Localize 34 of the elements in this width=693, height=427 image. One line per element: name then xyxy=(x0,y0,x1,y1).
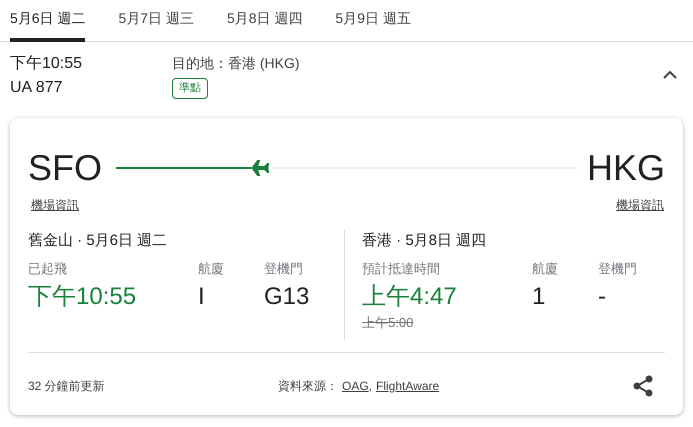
updated-time: 32 分鐘前更新 xyxy=(28,378,106,394)
source-link[interactable]: FlightAware xyxy=(376,376,440,394)
section-heading: 舊金山 · 5月6日 週二 xyxy=(28,231,168,251)
status-badge: 準點 xyxy=(172,78,208,98)
terminal-value: 1 xyxy=(532,282,546,312)
source-label: 資料來源： xyxy=(278,378,338,394)
arrival-time: 上午4:47 xyxy=(362,282,458,312)
destination-label: 目的地：香港 (HKG) xyxy=(172,54,300,72)
departure-time: 下午10:55 xyxy=(28,282,138,312)
date-tab[interactable]: 5月6日 週二 xyxy=(10,0,86,42)
flight-number: UA 877 xyxy=(10,78,64,98)
separator: , xyxy=(368,378,372,394)
destination-code: HKG xyxy=(586,148,665,188)
terminal-value: I xyxy=(198,282,206,312)
section-heading: 香港 · 5月8日 週四 xyxy=(362,231,488,251)
gate-label: 登機門 xyxy=(598,260,638,278)
source-link[interactable]: OAG xyxy=(342,376,369,394)
date-tab[interactable]: 5月9日 週五 xyxy=(335,0,411,42)
gate-value: - xyxy=(598,282,607,312)
date-tab[interactable]: 5月7日 週三 xyxy=(118,0,194,42)
date-tab[interactable]: 5月8日 週四 xyxy=(226,0,302,42)
origin-code: SFO xyxy=(28,148,104,188)
scheduled-time: 上午5:00 xyxy=(362,314,414,332)
status-label: 預計抵達時間 xyxy=(362,260,441,278)
share-icon[interactable] xyxy=(633,374,653,396)
gate-value: G13 xyxy=(264,282,310,312)
terminal-label: 航廈 xyxy=(532,260,559,278)
airport-info-link[interactable]: 機場資訊 xyxy=(31,196,79,214)
status-label: 已起飛 xyxy=(28,260,68,278)
departure-time: 下午10:55 xyxy=(10,54,84,74)
terminal-label: 航廈 xyxy=(198,260,225,278)
chevron-up-icon[interactable] xyxy=(663,70,677,79)
gate-label: 登機門 xyxy=(264,260,304,278)
airport-info-link[interactable]: 機場資訊 xyxy=(616,196,664,214)
